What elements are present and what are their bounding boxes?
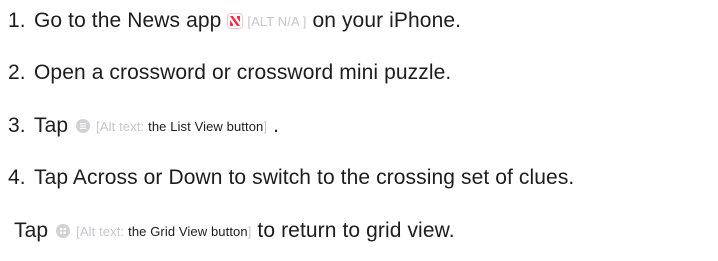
step-2: 2. Open a crossword or crossword mini pu… xyxy=(0,58,451,88)
step-text: to return to grid view. xyxy=(257,219,455,242)
alt-text-description: the Grid View button xyxy=(128,223,248,239)
step-text: Open a crossword or crossword mini puzzl… xyxy=(34,61,452,84)
step-4: 4. Tap Across or Down to switch to the c… xyxy=(0,163,574,193)
step-text: Tap xyxy=(14,219,49,242)
alt-text-label: [Alt text: xyxy=(76,223,125,239)
step-text: on your iPhone. xyxy=(312,9,462,32)
step-text: Tap xyxy=(34,114,69,137)
alt-text-label: [Alt text: xyxy=(96,118,145,134)
alt-text-description: the List View button xyxy=(148,118,264,134)
news-app-icon xyxy=(227,13,244,29)
step-3: 3. Tap [Alt text: the List View button ]… xyxy=(0,111,279,141)
step-number: 2. xyxy=(8,61,26,84)
list-view-icon xyxy=(76,119,91,133)
step-text: Tap Across or Down to switch to the cros… xyxy=(34,166,575,189)
alt-text-placeholder: [ALT N/A ] xyxy=(247,13,307,29)
alt-text-close: ] xyxy=(263,118,268,134)
step-number: 3. xyxy=(8,114,26,137)
alt-text-close: ] xyxy=(247,223,252,239)
step-number: 4. xyxy=(8,166,26,189)
final-instruction: Tap [Alt text: the Grid View button ] to… xyxy=(14,216,455,246)
step-text: Go to the News app xyxy=(34,9,222,32)
step-1: 1. Go to the News app [ALT N/A ] on your… xyxy=(0,6,461,36)
step-text: . xyxy=(273,114,280,137)
grid-view-icon xyxy=(56,224,71,238)
step-number: 1. xyxy=(8,9,26,32)
